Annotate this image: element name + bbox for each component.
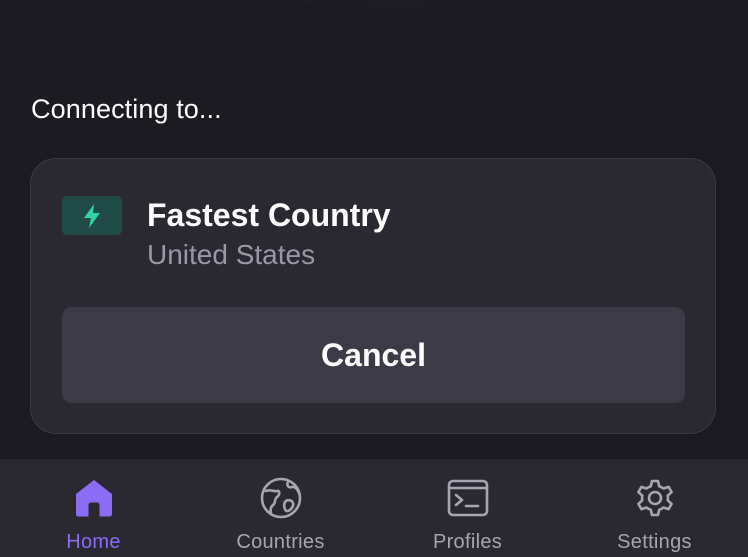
tab-settings-label: Settings (617, 531, 692, 553)
tab-home[interactable]: Home (0, 459, 187, 557)
terminal-icon (447, 479, 488, 517)
gear-icon (636, 479, 673, 517)
tab-profiles-label: Profiles (432, 531, 503, 553)
tab-settings[interactable]: Settings (561, 459, 748, 557)
top-background-glow (160, 0, 630, 10)
connection-status-label: Connecting to... (31, 94, 222, 124)
tab-profiles[interactable]: Profiles (374, 459, 561, 557)
server-title: Fastest Country (147, 197, 391, 233)
lightning-icon (84, 203, 100, 228)
home-icon (75, 480, 112, 517)
bottom-tab-bar: Home Countries Profiles Settings (0, 459, 748, 557)
server-badge (62, 196, 122, 235)
tab-home-label: Home (66, 531, 121, 553)
tab-countries[interactable]: Countries (187, 459, 374, 557)
tab-countries-label: Countries (236, 531, 325, 553)
server-subtitle: United States (147, 239, 316, 270)
connection-card: Fastest Country United States Cancel (30, 158, 716, 434)
globe-icon (260, 477, 301, 519)
cancel-button[interactable]: Cancel (62, 307, 685, 403)
